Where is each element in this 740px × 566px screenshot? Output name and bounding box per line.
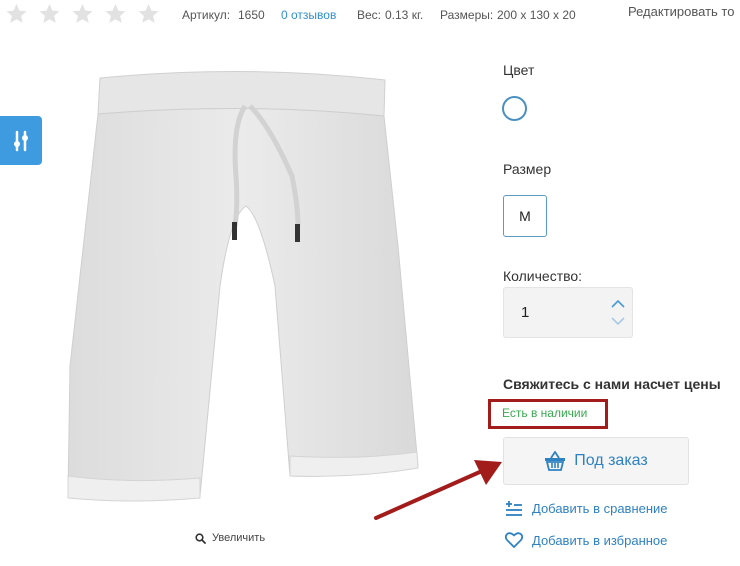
size-option[interactable]: M — [503, 195, 547, 237]
heart-icon — [505, 532, 523, 548]
basket-icon — [545, 451, 566, 471]
edit-product-link[interactable]: Редактировать то — [628, 4, 734, 19]
weight-label: Вес: — [357, 8, 382, 22]
star-icon[interactable] — [70, 2, 95, 26]
star-icon[interactable] — [4, 2, 29, 26]
add-to-compare-link[interactable]: Добавить в сравнение — [505, 500, 668, 516]
annotation-arrow — [374, 460, 502, 520]
star-icon[interactable] — [136, 2, 161, 26]
chevron-up-icon[interactable] — [610, 298, 626, 310]
size-option-label: M — [519, 208, 531, 224]
chevron-down-icon[interactable] — [610, 315, 626, 327]
dimensions-value: 200 х 130 х 20 — [497, 8, 576, 22]
quantity-stepper[interactable]: 1 — [503, 287, 633, 338]
filter-icon — [14, 130, 28, 151]
search-icon — [195, 532, 206, 544]
add-to-favorites-link[interactable]: Добавить в избранное — [505, 532, 667, 548]
color-swatch-white[interactable] — [502, 96, 527, 121]
dimensions-label: Размеры: — [440, 8, 494, 22]
add-to-favorites-label: Добавить в избранное — [532, 532, 668, 548]
price-contact-text: Свяжитесь с нами насчет цены — [503, 376, 721, 392]
product-image[interactable] — [60, 66, 430, 514]
stock-status: Есть в наличии — [502, 406, 588, 420]
sku-value: 1650 — [238, 8, 265, 22]
zoom-label: Увеличить — [212, 532, 266, 544]
weight-value: 0.13 кг. — [385, 8, 424, 22]
rating-stars[interactable] — [4, 2, 161, 26]
add-to-compare-label: Добавить в сравнение — [532, 500, 668, 516]
sku-label: Артикул: — [182, 8, 231, 22]
zoom-button[interactable]: Увеличить — [195, 532, 265, 544]
order-button[interactable]: Под заказ — [503, 437, 689, 485]
order-button-label: Под заказ — [574, 452, 648, 469]
star-icon[interactable] — [103, 2, 128, 26]
quantity-value[interactable]: 1 — [521, 304, 529, 321]
size-label: Размер — [503, 161, 552, 177]
filter-button[interactable] — [0, 116, 42, 165]
quantity-label: Количество: — [503, 268, 583, 284]
star-icon[interactable] — [37, 2, 62, 26]
color-label: Цвет — [503, 62, 535, 78]
reviews-link[interactable]: 0 отзывов — [281, 8, 336, 22]
